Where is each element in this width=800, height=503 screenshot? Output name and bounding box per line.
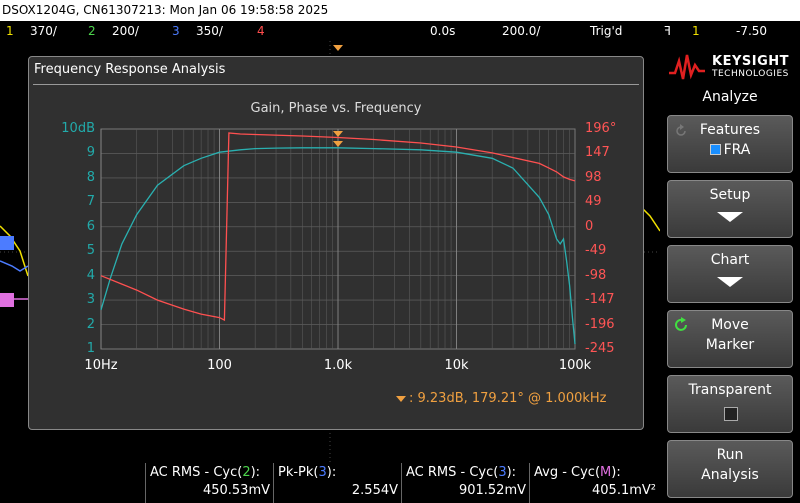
brand-subtitle: TECHNOLOGIES xyxy=(712,69,789,79)
menu-title: Analyze xyxy=(702,89,758,105)
channel-bar: 1 370/ 2 200/ 3 350/ 4 0.0s 200.0/ Trig'… xyxy=(0,21,660,41)
time-scale[interactable]: 200.0/ xyxy=(502,21,540,41)
y-left-tick-label: 5 xyxy=(86,243,95,259)
y-right-tick-label: -147 xyxy=(585,292,615,308)
x-tick-label: 10Hz xyxy=(84,358,118,373)
y-left-tick-label: 6 xyxy=(86,218,95,234)
selected-square-icon xyxy=(709,144,721,155)
measurement-2-value: 2.554V xyxy=(351,483,398,498)
keysight-logo-icon xyxy=(669,54,705,80)
ch1-num[interactable]: 1 xyxy=(6,21,14,41)
x-tick-label: 10k xyxy=(444,358,469,373)
y-left-tick-label: 9 xyxy=(86,145,95,161)
transparent-button[interactable]: Transparent xyxy=(667,375,793,433)
setup-button[interactable]: Setup xyxy=(667,180,793,238)
trigger-marker-icon xyxy=(333,45,343,51)
ch3-ground-marker xyxy=(0,236,14,250)
ch3-scale[interactable]: 350/ xyxy=(196,21,223,41)
run-analysis-button[interactable]: Run Analysis xyxy=(667,440,793,498)
y-right-tick-label: -98 xyxy=(585,267,607,283)
y-left-tick-label: 8 xyxy=(86,169,95,185)
fra-dialog: Frequency Response Analysis Gain, Phase … xyxy=(28,56,644,430)
measurement-4-value: 405.1mV² xyxy=(592,483,656,498)
y-left-tick-label: 7 xyxy=(86,194,95,210)
title-bar: DSOX1204G, CN61307213: Mon Jan 06 19:58:… xyxy=(0,0,800,21)
x-tick-label: 1.0k xyxy=(323,358,353,373)
ch1-scale[interactable]: 370/ xyxy=(30,21,57,41)
run-analysis-line1: Run xyxy=(716,447,744,463)
submenu-arrow-icon xyxy=(717,277,743,287)
measurement-2[interactable]: Pk-Pk(3): 2.554V xyxy=(273,463,402,503)
y-right-tick-label: 49 xyxy=(585,194,602,210)
math-ground-marker xyxy=(0,293,14,307)
features-value: FRA xyxy=(668,142,792,158)
measurement-4-label: Avg - Cyc(M): xyxy=(534,465,621,480)
chart-label: Chart xyxy=(710,252,750,268)
y-right-tick-label: 147 xyxy=(585,145,610,161)
trigger-edge-icon: ꟻ xyxy=(664,24,671,38)
ch3-num[interactable]: 3 xyxy=(172,21,180,41)
x-tick-label: 100 xyxy=(207,358,232,373)
chart-button[interactable]: Chart xyxy=(667,245,793,303)
features-label: Features xyxy=(699,122,761,138)
trigger-status: Trig'd xyxy=(590,24,623,38)
move-marker-line2: Marker xyxy=(705,337,755,353)
submenu-arrow-icon xyxy=(717,212,743,222)
softkey-sidebar: KEYSIGHT TECHNOLOGIES Analyze Features F… xyxy=(660,41,800,503)
time-position[interactable]: 0.0s xyxy=(430,21,455,41)
y-right-tick-label: 196° xyxy=(585,121,617,136)
measurement-1-value: 450.53mV xyxy=(202,483,270,498)
measurement-4[interactable]: Avg - Cyc(M): 405.1mV² xyxy=(529,463,660,503)
trigger-source[interactable]: 1 xyxy=(692,21,700,41)
y-left-tick-label: 4 xyxy=(86,267,95,283)
y-right-tick-label: 98 xyxy=(585,169,602,185)
measurement-3-value: 901.52mV xyxy=(458,483,526,498)
marker-readout: : 9.23dB, 179.21° @ 1.000kHz xyxy=(409,391,607,406)
trigger-level[interactable]: -7.50 xyxy=(736,21,767,41)
brand-logo: KEYSIGHT TECHNOLOGIES xyxy=(668,45,792,85)
y-left-tick-label: 3 xyxy=(86,292,95,308)
marker-readout-icon xyxy=(396,396,406,402)
ch4-num[interactable]: 4 xyxy=(257,21,265,41)
y-left-tick-label: 2 xyxy=(86,316,95,332)
y-left-tick-label: 1 xyxy=(86,341,95,356)
measurement-bar: AC RMS - Cyc(2): 450.53mV Pk-Pk(3): 2.55… xyxy=(0,463,660,503)
ch2-scale[interactable]: 200/ xyxy=(112,21,139,41)
y-right-tick-label: -49 xyxy=(585,243,607,259)
measurement-2-label: Pk-Pk(3): xyxy=(278,465,337,480)
run-analysis-line2: Analysis xyxy=(701,467,759,483)
transparent-checkbox[interactable] xyxy=(724,407,738,421)
y-right-tick-label: -245 xyxy=(585,341,615,356)
measurement-1-label: AC RMS - Cyc(2): xyxy=(150,465,261,480)
transparent-label: Transparent xyxy=(688,382,772,398)
ch2-num[interactable]: 2 xyxy=(88,21,96,41)
trigger-bar: ꟻ 1 -7.50 xyxy=(660,21,800,41)
move-marker-line1: Move xyxy=(711,317,749,333)
setup-label: Setup xyxy=(709,187,751,203)
measurement-3[interactable]: AC RMS - Cyc(3): 901.52mV xyxy=(401,463,530,503)
y-left-tick-label: 10dB xyxy=(61,121,95,136)
fra-chart xyxy=(100,128,576,350)
measurement-3-label: AC RMS - Cyc(3): xyxy=(406,465,517,480)
y-right-tick-label: -196 xyxy=(585,316,615,332)
features-button[interactable]: Features FRA xyxy=(667,115,793,173)
y-right-tick-label: 0 xyxy=(585,218,594,234)
measurement-1[interactable]: AC RMS - Cyc(2): 450.53mV xyxy=(145,463,274,503)
move-marker-button[interactable]: Move Marker xyxy=(667,310,793,368)
x-tick-label: 100k xyxy=(558,358,592,373)
brand-name: KEYSIGHT xyxy=(712,54,789,69)
